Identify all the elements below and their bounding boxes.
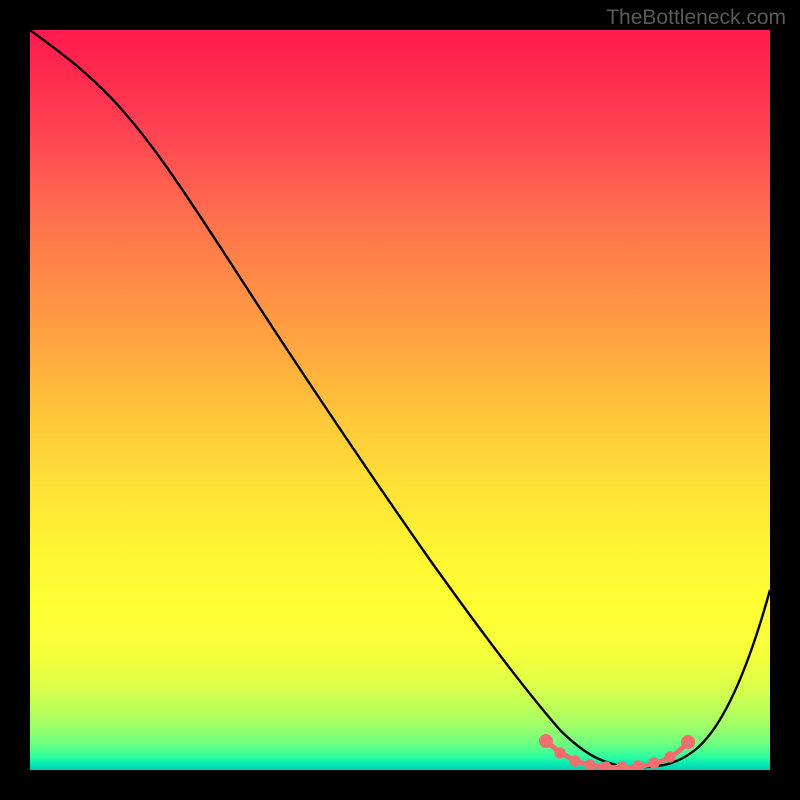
optimal-range-marker xyxy=(542,737,693,771)
bottleneck-curve-path xyxy=(30,30,770,767)
chart-plot-area xyxy=(30,30,770,770)
watermark-text: TheBottleneck.com xyxy=(606,6,786,30)
chart-svg xyxy=(30,30,770,770)
